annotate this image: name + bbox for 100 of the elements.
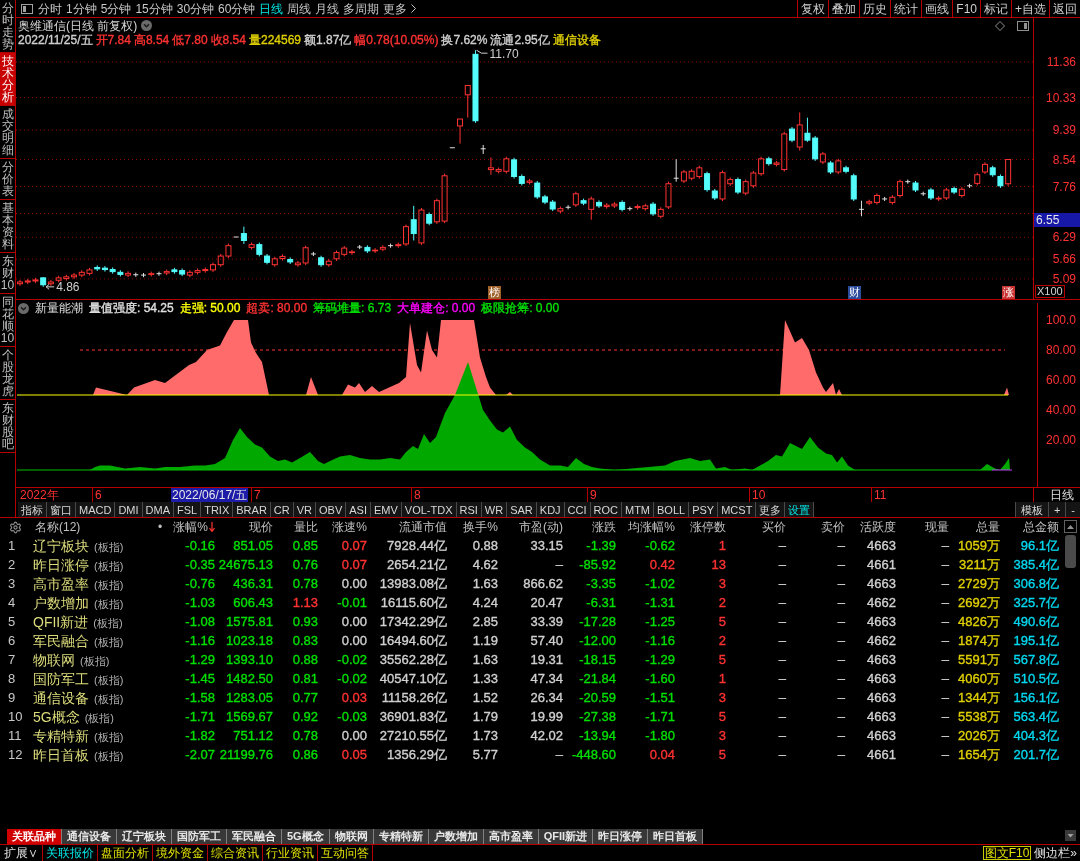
period-tab[interactable]: 5分钟 xyxy=(98,0,134,17)
sector-name[interactable]: QFII新进 xyxy=(33,614,89,629)
status-tab[interactable]: 行业资讯 xyxy=(262,845,317,861)
panel-toggle-icon[interactable] xyxy=(1017,20,1029,31)
column-header[interactable]: 量比 xyxy=(275,521,320,533)
related-tab[interactable]: 军民融合 xyxy=(227,829,282,844)
related-tab[interactable]: 昨日涨停 xyxy=(593,829,649,844)
sector-name[interactable]: 专精特新 xyxy=(33,728,89,743)
sector-name[interactable]: 5G概念 xyxy=(33,709,80,724)
indicator-tab[interactable]: DMA xyxy=(142,502,174,517)
indicator-tab[interactable]: 更多 xyxy=(756,502,786,517)
indicator-tab[interactable]: DMI xyxy=(115,502,143,517)
column-header[interactable]: 流通市值 xyxy=(369,521,449,533)
related-tab[interactable]: 国防军工 xyxy=(172,829,227,844)
indicator-tab[interactable]: 设置 xyxy=(785,502,815,517)
period-tab[interactable]: 60分钟 xyxy=(216,0,258,17)
indicator-tab[interactable]: PSY xyxy=(689,502,719,517)
period-tab[interactable]: 月线 xyxy=(313,0,342,17)
period-tab[interactable]: 15分钟 xyxy=(133,0,175,17)
column-header[interactable]: 涨幅% xyxy=(170,521,217,533)
sidebar-toggle-icon[interactable] xyxy=(21,3,33,14)
side-tab[interactable]: 东财10 xyxy=(0,253,15,294)
period-tab[interactable]: 1分钟 xyxy=(64,0,99,17)
toolbar-button[interactable]: +自选 xyxy=(1011,0,1049,17)
dropdown-icon[interactable] xyxy=(18,302,29,314)
related-tab[interactable]: QFII新进 xyxy=(538,829,594,844)
indicator-tab[interactable]: OBV xyxy=(316,502,347,517)
indicator-tab[interactable]: BRAR xyxy=(233,502,271,517)
sector-name[interactable]: 军民融合 xyxy=(33,633,89,648)
period-tab[interactable]: 多周期 xyxy=(341,0,382,17)
indicator-tab[interactable]: CCI xyxy=(564,502,591,517)
toolbar-button[interactable]: 历史 xyxy=(859,0,891,17)
event-badge[interactable]: 财 xyxy=(848,286,861,299)
indicator-tab[interactable]: KDJ xyxy=(536,502,565,517)
status-tab[interactable]: 境外资金 xyxy=(152,845,207,861)
period-tab[interactable]: 30分钟 xyxy=(174,0,217,17)
period-tab[interactable]: 分时 xyxy=(36,0,64,17)
toolbar-button[interactable]: 返回 xyxy=(1049,0,1080,17)
column-header[interactable]: 总金额 xyxy=(1002,521,1061,533)
sector-name[interactable]: 昨日涨停 xyxy=(33,557,89,572)
indicator-tab[interactable]: MTM xyxy=(622,502,655,517)
column-header[interactable]: 总量 xyxy=(951,521,1002,533)
toolbar-button[interactable]: 叠加 xyxy=(828,0,860,17)
indicator-tab[interactable]: 窗口 xyxy=(47,502,76,517)
column-header[interactable]: 涨跌 xyxy=(565,521,618,533)
column-header[interactable]: 均涨幅% xyxy=(618,521,677,533)
sidebar-button[interactable]: 侧边栏» xyxy=(1031,845,1080,861)
column-header[interactable]: • xyxy=(150,521,170,533)
column-header[interactable]: 现价 xyxy=(217,521,275,533)
sector-name[interactable]: 高市盈率 xyxy=(33,576,89,591)
column-header[interactable]: 卖价 xyxy=(788,521,847,533)
related-tab[interactable]: 辽宁板块 xyxy=(117,829,172,844)
side-tab[interactable]: 成交明细 xyxy=(0,106,15,159)
related-tab[interactable]: 户数增加 xyxy=(428,829,484,844)
column-header[interactable]: 现量 xyxy=(898,521,951,533)
column-header[interactable]: 名称(12) xyxy=(30,521,150,533)
template-button[interactable]: 模板 xyxy=(1014,502,1048,517)
toolbar-button[interactable]: 画线 xyxy=(921,0,953,17)
indicator-tab[interactable]: VR xyxy=(293,502,316,517)
side-tab[interactable]: 个股龙虎 xyxy=(0,347,15,400)
side-tab[interactable]: 东财股吧 xyxy=(0,400,15,453)
related-tab[interactable]: 专精特新 xyxy=(373,829,429,844)
column-header[interactable]: 换手% xyxy=(449,521,500,533)
indicator-tab[interactable]: FSL xyxy=(174,502,202,517)
dropdown-icon[interactable] xyxy=(141,20,153,31)
period-tab[interactable]: 周线 xyxy=(285,0,314,17)
sector-name[interactable]: 通信设备 xyxy=(33,690,89,705)
column-header[interactable]: 涨速% xyxy=(320,521,369,533)
scrollbar-thumb[interactable] xyxy=(1065,535,1076,568)
toolbar-button[interactable]: 统计 xyxy=(890,0,922,17)
sector-name[interactable]: 昨日首板 xyxy=(33,747,89,762)
column-header[interactable]: 活跃度 xyxy=(847,521,898,533)
indicator-tab[interactable]: RSI xyxy=(456,502,482,517)
related-tab[interactable]: 关联品种 xyxy=(7,829,62,844)
column-header[interactable]: 买价 xyxy=(728,521,788,533)
period-tab[interactable]: 更多 xyxy=(381,0,410,17)
indicator-tab[interactable]: SAR xyxy=(507,502,537,517)
indicator-tab[interactable]: EMV xyxy=(370,502,402,517)
indicator-tab[interactable]: WR xyxy=(481,502,508,517)
status-tab[interactable]: 盘面分析 xyxy=(97,845,152,861)
sector-name[interactable]: 户数增加 xyxy=(33,595,89,610)
indicator-tab[interactable]: ROC xyxy=(590,502,622,517)
indicator-tab[interactable]: CR xyxy=(270,502,294,517)
indicator-tab[interactable]: TRIX xyxy=(201,502,234,517)
column-header[interactable]: 市盈(动) xyxy=(500,521,565,533)
f10-button[interactable]: 图文F10 xyxy=(982,846,1032,860)
indicator-tab[interactable]: BOLL xyxy=(654,502,690,517)
indicator-tab[interactable]: MACD xyxy=(76,502,116,517)
indicator-tab[interactable]: ASI xyxy=(346,502,371,517)
scroll-up-button[interactable] xyxy=(1064,520,1077,533)
indicator-tab[interactable]: VOL-TDX xyxy=(401,502,457,517)
settings-icon[interactable] xyxy=(8,520,22,534)
chevron-right-icon[interactable] xyxy=(411,4,417,13)
event-badge[interactable]: 涨 xyxy=(1002,286,1015,299)
side-tab[interactable]: 基本资料 xyxy=(0,200,15,253)
toolbar-button[interactable]: 标记 xyxy=(980,0,1011,17)
column-header[interactable]: 涨停数 xyxy=(677,521,728,533)
related-tab[interactable]: 5G概念 xyxy=(282,829,330,844)
template-button[interactable]: - xyxy=(1065,502,1080,517)
indicator-tab[interactable]: 指标 xyxy=(18,502,47,517)
